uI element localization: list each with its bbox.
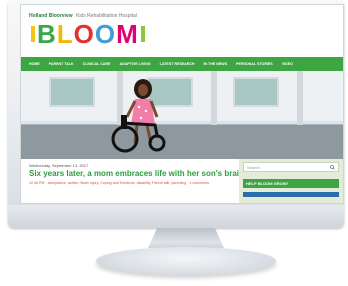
woman-in-wheelchair-photo bbox=[111, 79, 166, 153]
nav-item-adaptive-living[interactable]: ADAPTIVE LIVING bbox=[120, 62, 151, 66]
hero-image bbox=[21, 71, 343, 159]
post-date: Wednesday, September 13, 2017 bbox=[29, 163, 89, 168]
nav-item-video[interactable]: VIDEO bbox=[282, 62, 293, 66]
logo-letter: L bbox=[56, 19, 74, 49]
post-title-link[interactable]: Six years later, a mom embraces life wit… bbox=[29, 169, 268, 178]
logo-bar-left bbox=[31, 26, 35, 42]
nav-item-home[interactable]: HOME bbox=[29, 62, 40, 66]
nav-item-clinical-care[interactable]: CLINICAL CARE bbox=[83, 62, 111, 66]
nav-item-latest-research[interactable]: LATEST RESEARCH bbox=[160, 62, 195, 66]
help-bloom-grow-heading: HELP BLOOM GROW! bbox=[243, 179, 339, 188]
nav-item-personal-stories[interactable]: PERSONAL STORIES bbox=[236, 62, 273, 66]
logo-letter: O bbox=[94, 19, 117, 49]
site-header: Holland Bloorview Kids Rehabilitation Ho… bbox=[21, 5, 343, 55]
search-placeholder: Search bbox=[247, 164, 260, 170]
main-nav: HOME PARENT TALK CLINICAL CARE ADAPTIVE … bbox=[21, 57, 343, 71]
search-icon[interactable] bbox=[330, 164, 335, 170]
sidebar-widget bbox=[243, 192, 339, 197]
nav-item-parent-talk[interactable]: PARENT TALK bbox=[49, 62, 74, 66]
monitor-screen: Holland Bloorview Kids Rehabilitation Ho… bbox=[20, 4, 344, 204]
hero-pillar bbox=[297, 71, 303, 125]
post-meta[interactable]: 12:46 PM · acceptance, autism, Brain inj… bbox=[29, 181, 225, 186]
logo-text: BLOOM bbox=[37, 21, 139, 47]
nav-item-in-the-news[interactable]: IN THE NEWS bbox=[204, 62, 228, 66]
search-input[interactable]: Search bbox=[243, 162, 339, 172]
monitor-stand-base bbox=[96, 247, 276, 275]
hero-window bbox=[49, 77, 95, 107]
logo-letter: B bbox=[37, 19, 57, 49]
monitor-stand-neck bbox=[148, 228, 224, 248]
logo-letter: M bbox=[116, 19, 139, 49]
hero-window bbox=[233, 77, 279, 107]
bloom-logo[interactable]: BLOOM bbox=[29, 21, 147, 47]
hero-ground bbox=[21, 125, 343, 159]
main-content: Wednesday, September 13, 2017 Six years … bbox=[21, 159, 343, 203]
monitor-chin bbox=[8, 205, 344, 228]
logo-letter: O bbox=[73, 19, 95, 49]
logo-bar-right bbox=[140, 26, 145, 42]
hero-pillar bbox=[211, 71, 217, 125]
sidebar: Search HELP BLOOM GROW! bbox=[239, 159, 343, 203]
